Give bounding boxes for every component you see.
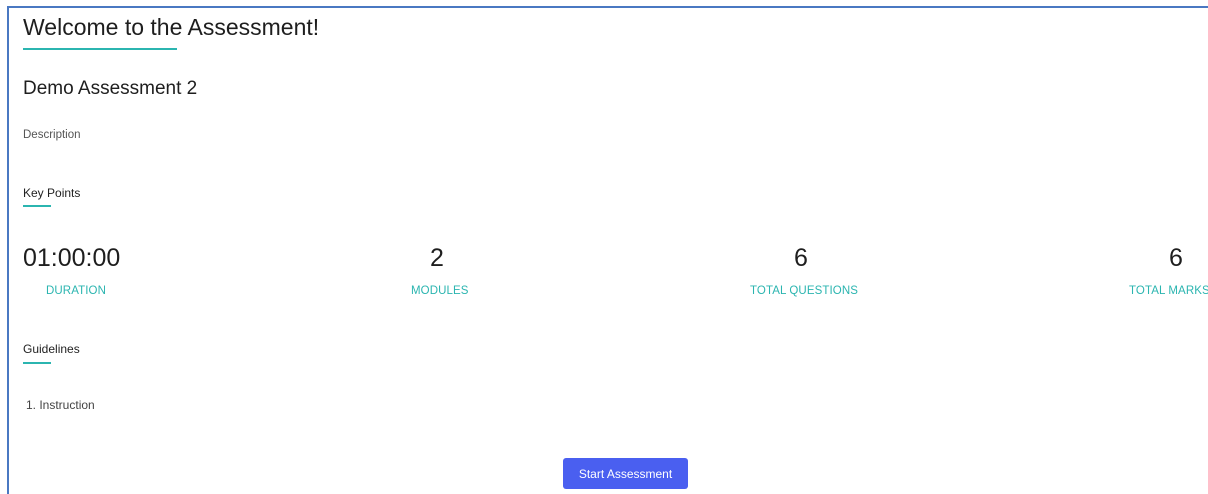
assessment-panel: Welcome to the Assessment! Demo Assessme… (7, 6, 1208, 494)
assessment-name: Demo Assessment 2 (23, 78, 198, 99)
guidelines-heading: Guidelines (23, 342, 80, 356)
total-marks-value: 6 (1169, 244, 1183, 272)
modules-label: MODULES (411, 285, 469, 297)
guidelines-underline (23, 362, 51, 364)
duration-value: 01:00:00 (23, 244, 121, 272)
page-title: Welcome to the Assessment! (23, 14, 320, 40)
title-underline (23, 48, 177, 50)
total-marks-label: TOTAL MARKS (1129, 285, 1208, 297)
modules-value: 2 (430, 244, 444, 272)
start-assessment-button[interactable]: Start Assessment (563, 458, 688, 489)
total-questions-value: 6 (794, 244, 808, 272)
total-questions-label: TOTAL QUESTIONS (750, 285, 858, 297)
duration-label: DURATION (46, 285, 107, 297)
guideline-item: 1. Instruction (26, 398, 95, 412)
assessment-description: Description (23, 129, 81, 141)
key-points-heading: Key Points (23, 186, 81, 200)
key-points-underline (23, 205, 51, 207)
